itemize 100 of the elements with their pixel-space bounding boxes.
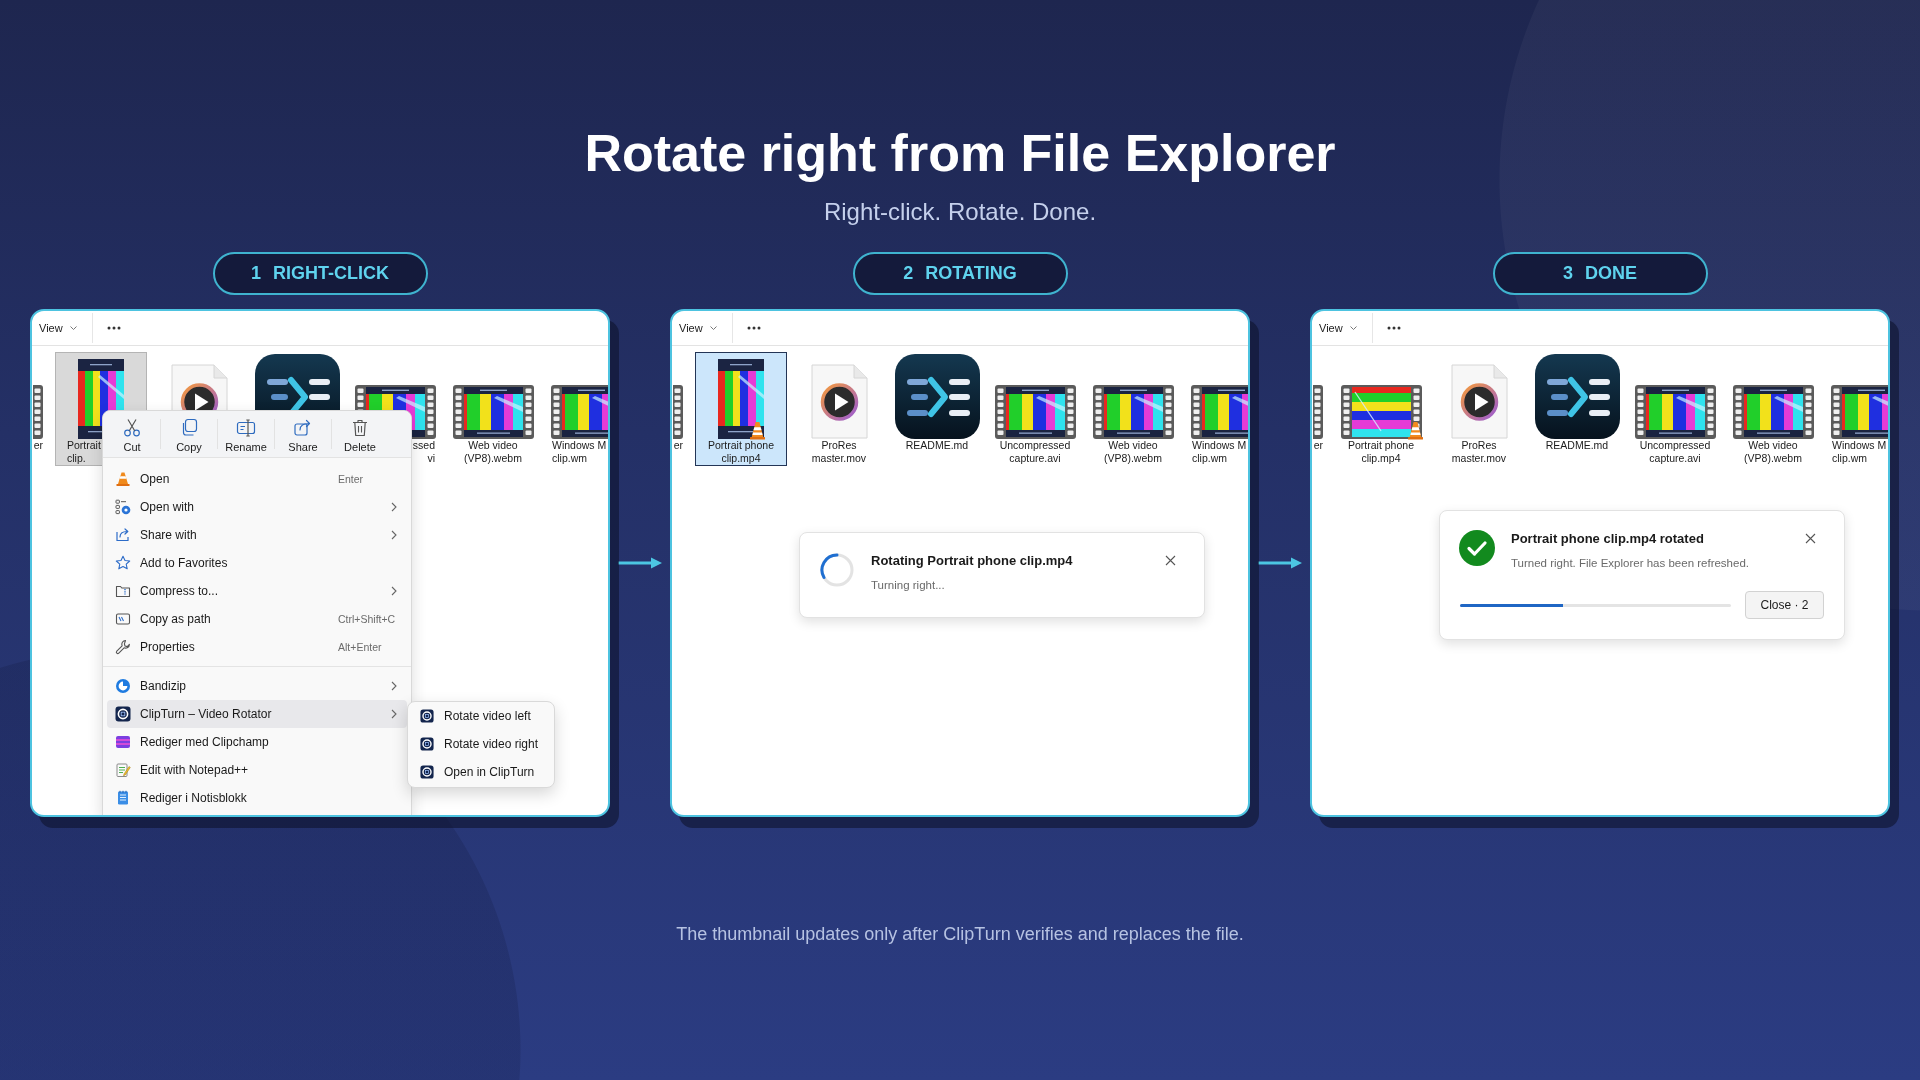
apps-icon <box>115 499 131 515</box>
file-item[interactable]: Web video (VP8).webm <box>1087 352 1179 466</box>
chevron-down-icon <box>69 326 77 330</box>
rename-icon <box>236 418 256 438</box>
close-icon <box>1165 555 1176 566</box>
menu-action-button[interactable]: Rename <box>218 411 274 457</box>
keyboard-shortcut: Alt+Enter <box>338 641 382 653</box>
file-item[interactable]: Windows M clip.wm <box>545 352 608 466</box>
menu-action-button[interactable]: Copy <box>161 411 217 457</box>
submenu-item[interactable]: Rotate video right <box>412 730 550 758</box>
step-number: 1 <box>251 263 261 284</box>
page-subtitle: Right-click. Rotate. Done. <box>823 197 1097 227</box>
right-arrow-icon <box>618 557 662 569</box>
file-item[interactable]: ProRes master.mov <box>1433 352 1525 466</box>
film-strip-icon <box>994 385 1076 439</box>
file-item[interactable]: Windows M clip.wm <box>1185 352 1248 466</box>
film-strip-icon <box>1092 385 1174 439</box>
menu-item[interactable]: Open Enter <box>107 465 407 493</box>
menu-item[interactable]: Copy as path Ctrl+Shift+C <box>107 605 407 633</box>
menu-action-button[interactable]: Share <box>275 411 331 457</box>
more-icon <box>1386 326 1401 330</box>
view-button[interactable]: View <box>38 320 78 336</box>
submenu-item[interactable]: Rotate video left <box>412 702 550 730</box>
notepad-pen-icon <box>115 762 131 778</box>
film-strip-icon <box>1634 385 1716 439</box>
step-number: 2 <box>903 263 914 284</box>
menu-item[interactable]: Rediger i Notisblokk <box>107 784 407 812</box>
file-item[interactable]: er <box>672 352 689 453</box>
trash-icon <box>350 418 370 438</box>
play-document-icon <box>1450 364 1508 439</box>
dismiss-button[interactable] <box>1165 555 1176 566</box>
file-item[interactable]: README.md <box>1531 352 1623 453</box>
close-icon <box>1805 533 1816 544</box>
share-icon <box>115 527 131 543</box>
menu-item[interactable]: Properties Alt+Enter <box>107 633 407 661</box>
traffic-cone-icon <box>115 471 131 487</box>
file-item[interactable]: Portrait phone clip.mp4 <box>695 352 787 466</box>
more-button[interactable] <box>106 326 121 330</box>
notepad-icon <box>115 790 131 806</box>
more-icon <box>746 326 761 330</box>
file-item[interactable]: Windows M clip.wm <box>1825 352 1888 466</box>
chevron-down-icon <box>709 326 717 330</box>
star-icon <box>115 555 131 571</box>
menu-item[interactable]: Edit with Notepad++ <box>107 756 407 784</box>
menu-item[interactable]: ClipTurn – Video Rotator <box>107 700 407 728</box>
menu-action-button[interactable]: Delete <box>332 411 388 457</box>
file-item[interactable]: Web video (VP8).webm <box>1727 352 1819 466</box>
close-button[interactable]: Close · 2 <box>1745 591 1824 619</box>
file-item[interactable]: README.md <box>891 352 983 453</box>
logo-icon <box>420 737 434 751</box>
step-title: DONE <box>1585 263 1637 284</box>
file-item[interactable]: Uncompressed capture.avi <box>1629 352 1721 466</box>
menu-item[interactable]: Compress to... <box>107 577 407 605</box>
chevron-down-icon <box>1349 326 1357 330</box>
file-item[interactable]: er <box>32 352 49 453</box>
spinner-icon <box>819 552 855 588</box>
stripes-logo-icon <box>115 734 131 750</box>
right-arrow-icon <box>1258 557 1302 569</box>
check-circle-icon <box>1459 530 1495 566</box>
file-item[interactable]: ProRes master.mov <box>793 352 885 466</box>
keyboard-shortcut: Enter <box>338 473 364 485</box>
step-title: ROTATING <box>925 263 1017 284</box>
app-logo-icon <box>1534 354 1620 439</box>
view-button[interactable]: View <box>1318 320 1358 336</box>
file-item[interactable]: Uncompressed capture.avi <box>989 352 1081 466</box>
menu-item[interactable]: Rediger med Clipchamp <box>107 728 407 756</box>
folder-icon <box>115 583 131 599</box>
toast-title: Rotating Portrait phone clip.mp4 <box>871 552 1074 570</box>
view-button[interactable]: View <box>678 320 718 336</box>
footnote: The thumbnail updates only after ClipTurn verifies and replaces the file. <box>676 923 1244 946</box>
film-strip-icon <box>1340 385 1422 439</box>
menu-item[interactable]: Open with <box>107 493 407 521</box>
logo-icon <box>115 706 131 722</box>
submenu-item[interactable]: Open in ClipTurn <box>412 758 550 786</box>
toast-message: Turning right... <box>871 578 946 593</box>
more-button[interactable] <box>1386 326 1401 330</box>
logo-icon <box>420 765 434 779</box>
logo-icon <box>420 709 434 723</box>
circle-logo-icon <box>115 678 131 694</box>
play-document-icon <box>810 364 868 439</box>
path-box-icon <box>115 611 131 627</box>
share-icon <box>293 418 313 438</box>
step-number: 3 <box>1563 263 1573 284</box>
menu-item[interactable]: Share with <box>107 521 407 549</box>
menu-item[interactable]: Bandizip <box>107 672 407 700</box>
toast-message: Turned right. File Explorer has been refreshed. <box>1511 556 1750 571</box>
more-button[interactable] <box>746 326 761 330</box>
wrench-icon <box>115 639 131 655</box>
file-item[interactable]: er <box>1312 352 1329 453</box>
menu-item[interactable]: Add to Favorites <box>107 549 407 577</box>
app-logo-icon <box>894 354 980 439</box>
toast-title: Portrait phone clip.mp4 rotated <box>1511 530 1705 548</box>
more-icon <box>106 326 121 330</box>
dismiss-button[interactable] <box>1805 533 1816 544</box>
video-thumbnail-icon <box>718 359 764 439</box>
film-strip-icon <box>452 385 534 439</box>
file-item[interactable]: Web video (VP8).webm <box>447 352 539 466</box>
keyboard-shortcut: Ctrl+Shift+C <box>338 613 396 625</box>
step-title: RIGHT-CLICK <box>273 263 389 284</box>
file-item[interactable]: Portrait phone clip.mp4 <box>1335 352 1427 466</box>
